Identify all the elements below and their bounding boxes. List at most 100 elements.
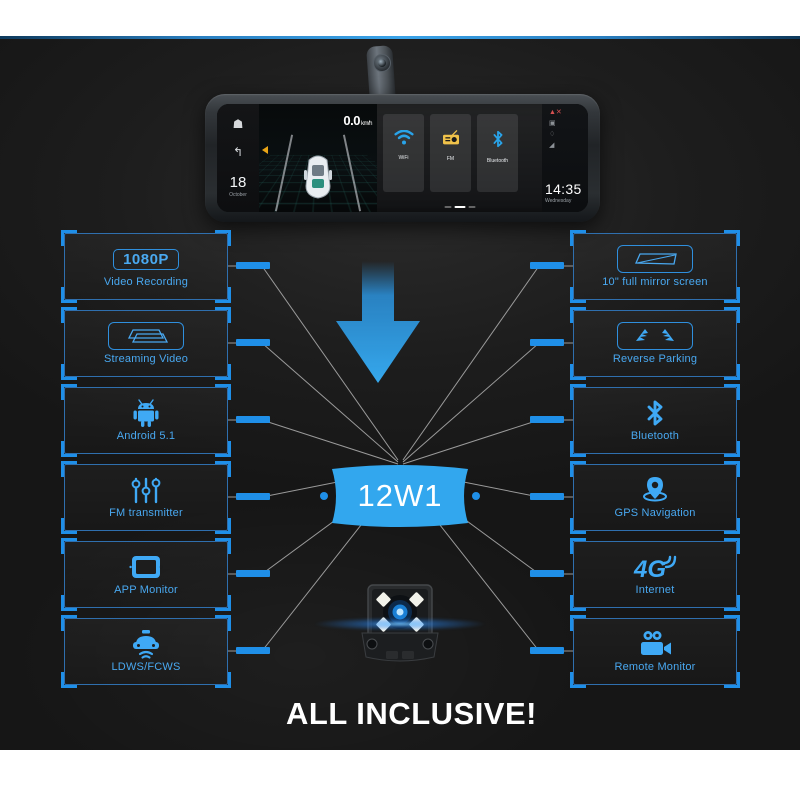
feature-box-internet[interactable]: 4G Internet	[570, 538, 740, 611]
corner-bracket	[570, 461, 586, 477]
corner-bracket	[724, 230, 740, 246]
feature-box-bluetooth[interactable]: Bluetooth	[570, 384, 740, 457]
feature-box-app-monitor[interactable]: APP Monitor	[61, 538, 231, 611]
feature-label: Bluetooth	[630, 430, 680, 442]
corner-bracket	[724, 441, 740, 457]
corner-bracket	[570, 595, 586, 611]
speed-value: 0.0	[343, 113, 360, 128]
feature-box-mirror-screen[interactable]: 10" full mirror screen	[570, 230, 740, 303]
corner-bracket	[570, 307, 586, 323]
corner-bracket	[724, 672, 740, 688]
signal-bars-icon: ◢	[549, 142, 555, 149]
screen-clock: 14:35 Wednesday	[545, 182, 582, 204]
corner-bracket	[215, 518, 231, 534]
corner-bracket	[215, 307, 231, 323]
clock-weekday: Wednesday	[545, 198, 572, 204]
corner-bracket	[61, 384, 77, 400]
corner-bracket	[61, 595, 77, 611]
corner-bracket	[215, 364, 231, 380]
feature-label: FM transmitter	[109, 507, 183, 519]
corner-bracket	[61, 441, 77, 457]
corner-bracket	[61, 364, 77, 380]
app-label: FM	[446, 156, 455, 162]
1080p-badge-icon: 1080P	[113, 245, 179, 273]
corner-bracket	[61, 538, 77, 554]
corner-bracket	[724, 615, 740, 631]
dark-background-panel: ☗ ↰ 18 October 0.0km/h WiFi FM Bluetooth…	[0, 36, 800, 750]
connector-tab	[530, 647, 564, 654]
lens-flare	[285, 615, 515, 633]
connector-tab	[236, 570, 270, 577]
corner-bracket	[570, 672, 586, 688]
corner-bracket	[724, 595, 740, 611]
center-badge: 12W1	[324, 461, 476, 531]
corner-bracket	[570, 441, 586, 457]
corner-bracket	[61, 287, 77, 303]
corner-bracket	[215, 595, 231, 611]
turn-indicator-icon	[262, 146, 268, 154]
video-camera-icon	[637, 630, 673, 658]
corner-bracket	[724, 461, 740, 477]
tagline-text: ALL INCLUSIVE!	[286, 696, 537, 731]
corner-bracket	[724, 538, 740, 554]
top-accent-rule	[0, 36, 800, 39]
location-icon: ♢	[549, 131, 556, 138]
screen-right-column: ▲✕ ▣ ♢ ◢ 14:35 Wednesday	[542, 104, 588, 212]
feature-label: Streaming Video	[103, 353, 189, 365]
corner-bracket	[570, 287, 586, 303]
feature-label: Reverse Parking	[612, 353, 698, 365]
infographic-canvas: ☗ ↰ 18 October 0.0km/h WiFi FM Bluetooth…	[0, 0, 800, 800]
app-tile-wifi[interactable]: WiFi	[383, 114, 424, 192]
screen-left-column: ☗ ↰ 18 October	[217, 104, 259, 212]
rear-camera-product	[285, 581, 515, 679]
app-tile-fm[interactable]: FM	[430, 114, 471, 192]
rearview-mirror-device: ☗ ↰ 18 October 0.0km/h WiFi FM Bluetooth…	[170, 45, 630, 236]
corner-bracket	[61, 307, 77, 323]
page-dot	[444, 206, 451, 208]
connector-tab	[236, 262, 270, 269]
page-dot	[468, 206, 475, 208]
4g-signal-icon: 4G	[633, 553, 677, 581]
feature-label: GPS Navigation	[614, 507, 696, 519]
bluetooth-icon	[493, 130, 502, 148]
connector-tab	[530, 339, 564, 346]
car-sensor-icon	[130, 630, 162, 659]
feature-box-ldws-fcws[interactable]: LDWS/FCWS	[61, 615, 231, 688]
connector-tab	[530, 262, 564, 269]
feature-label: Video Recording	[103, 276, 189, 288]
feature-label: Internet	[635, 584, 675, 596]
corner-bracket	[215, 230, 231, 246]
feature-box-android[interactable]: Android 5.1	[61, 384, 231, 457]
home-icon[interactable]: ☗	[233, 118, 244, 130]
car-model-icon	[304, 155, 332, 199]
connector-tab	[530, 493, 564, 500]
corner-bracket	[215, 615, 231, 631]
feature-box-fm-transmitter[interactable]: FM transmitter	[61, 461, 231, 534]
feature-box-remote-monitor[interactable]: Remote Monitor	[570, 615, 740, 688]
page-indicator	[444, 206, 475, 208]
speed-readout: 0.0km/h	[343, 113, 372, 128]
feature-box-reverse-parking[interactable]: Reverse Parking	[570, 307, 740, 380]
corner-bracket	[61, 615, 77, 631]
down-arrow-icon	[336, 261, 420, 383]
svg-text:4G: 4G	[633, 556, 666, 581]
feature-box-gps-navigation[interactable]: GPS Navigation	[570, 461, 740, 534]
corner-bracket	[570, 538, 586, 554]
feature-box-video-recording[interactable]: 1080P Video Recording	[61, 230, 231, 303]
corner-bracket	[724, 384, 740, 400]
corner-bracket	[724, 287, 740, 303]
app-tile-bluetooth[interactable]: Bluetooth	[477, 114, 518, 192]
corner-bracket	[570, 615, 586, 631]
back-arrow-icon[interactable]: ↰	[233, 146, 243, 158]
corner-bracket	[61, 230, 77, 246]
corner-bracket	[215, 287, 231, 303]
screen-adas-view: 0.0km/h	[259, 104, 377, 212]
corner-bracket	[570, 518, 586, 534]
map-pin-icon	[640, 476, 670, 504]
corner-bracket	[570, 364, 586, 380]
corner-bracket	[724, 307, 740, 323]
app-label: WiFi	[398, 155, 409, 161]
corner-bracket	[724, 364, 740, 380]
corner-bracket	[724, 518, 740, 534]
feature-box-streaming-video[interactable]: Streaming Video	[61, 307, 231, 380]
